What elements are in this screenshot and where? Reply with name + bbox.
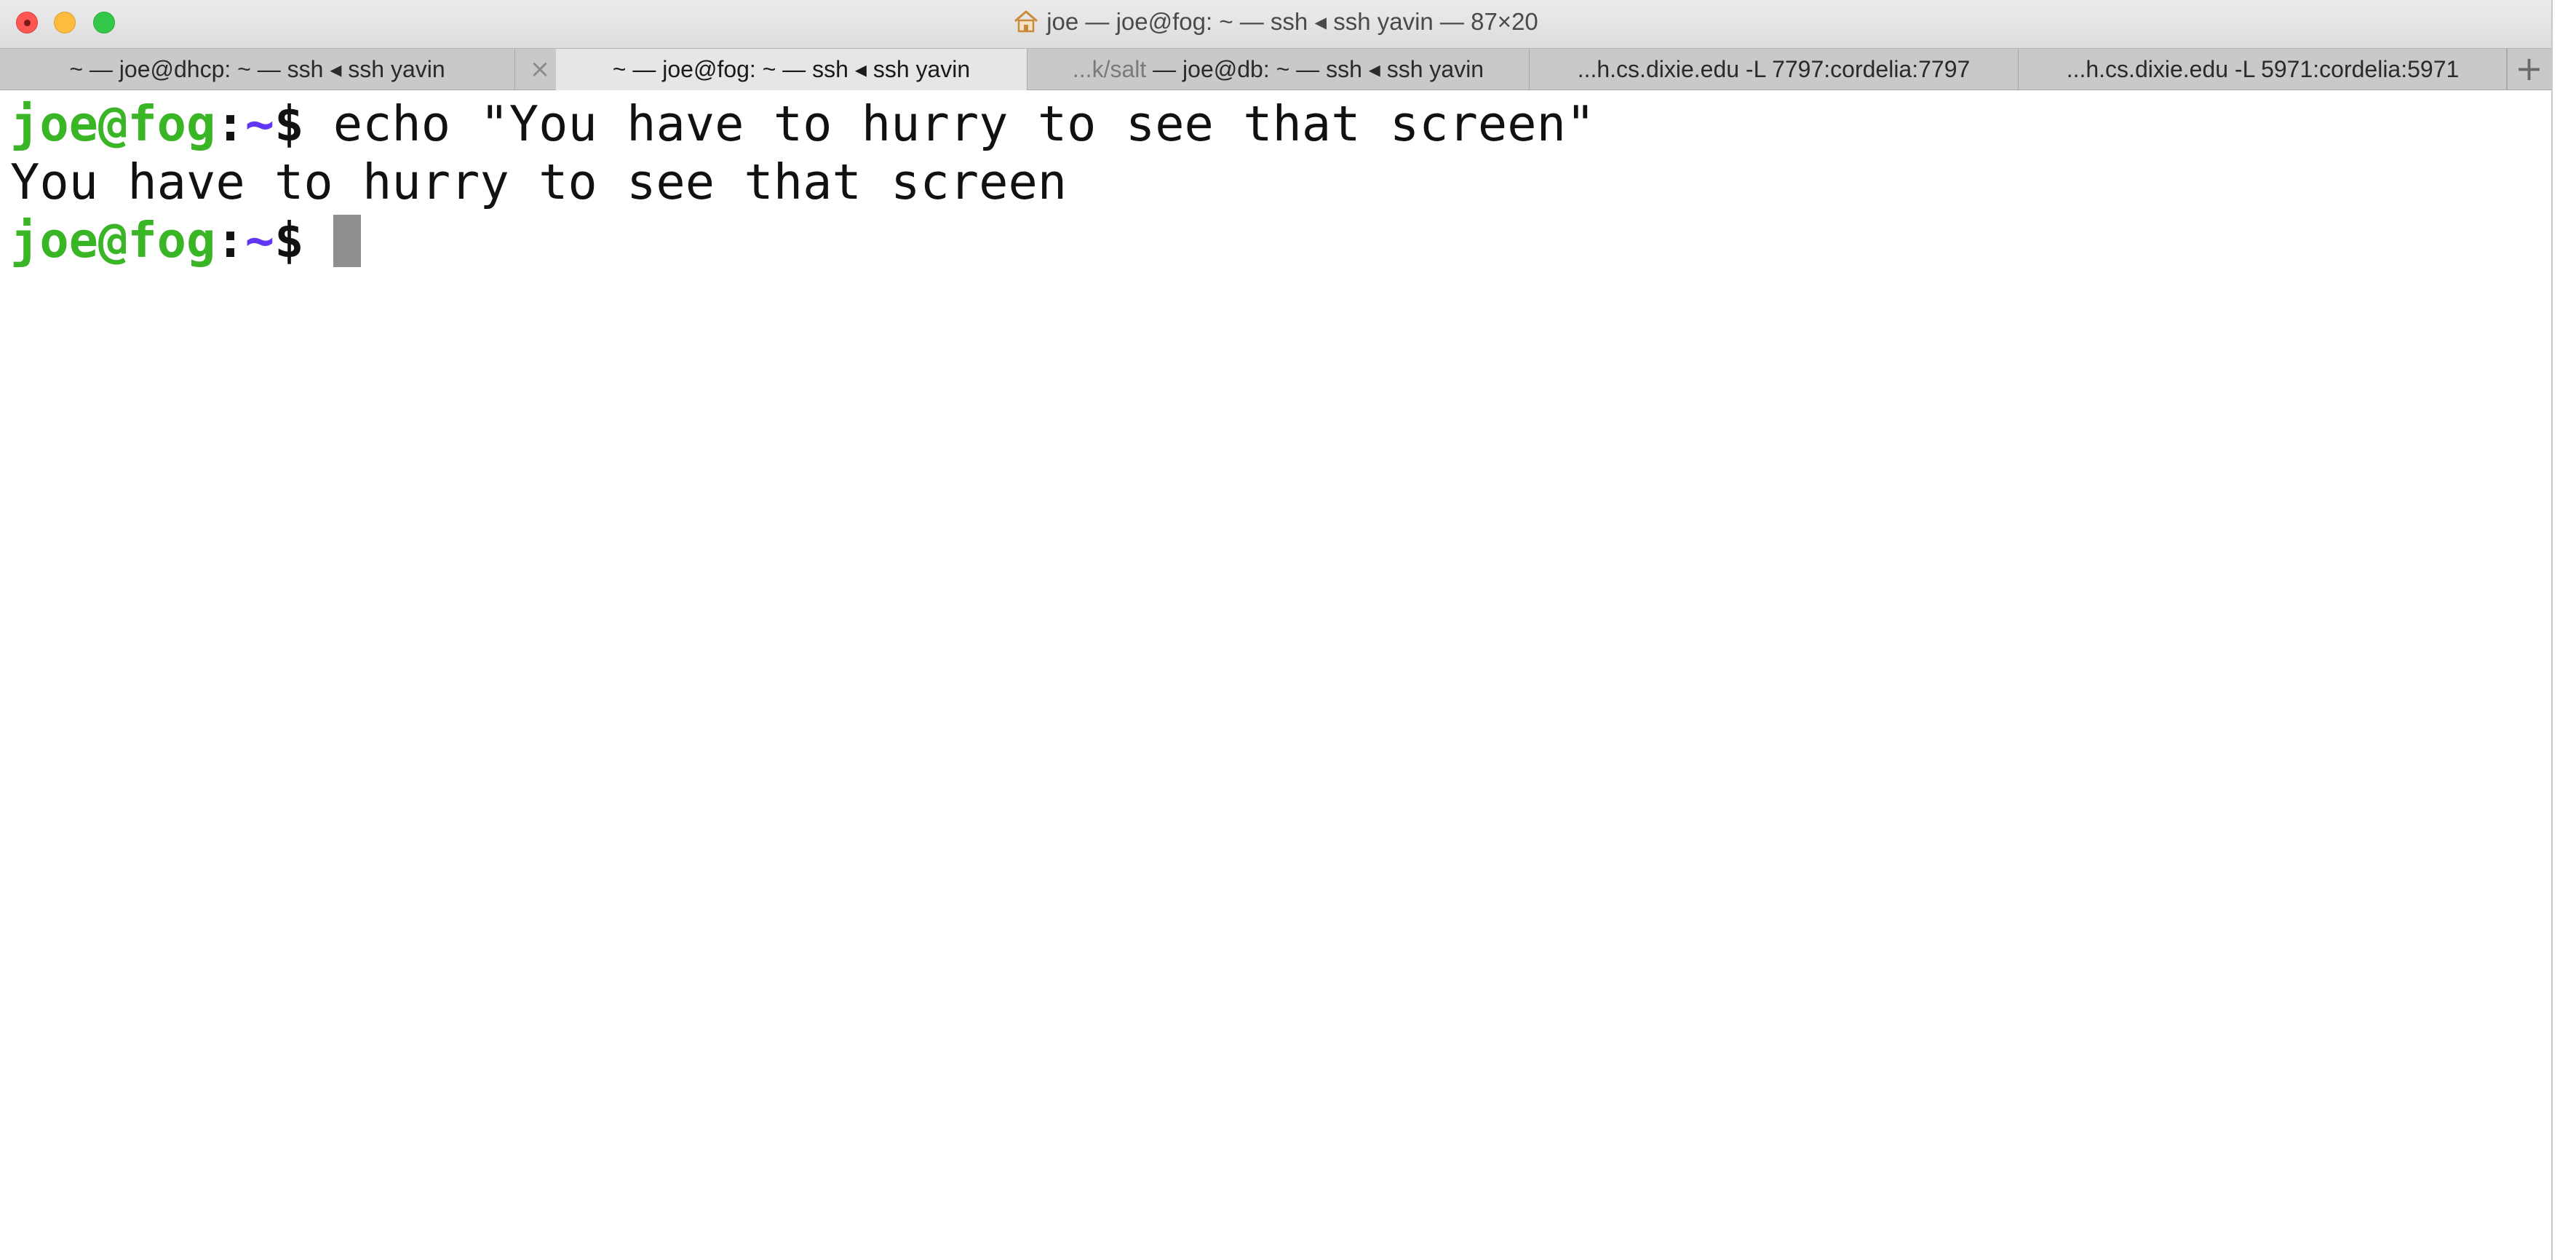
terminal-output-area[interactable]: joe@fog:~$ echo "You have to hurry to se… (0, 90, 2551, 1260)
tab-tunnel-5971[interactable]: ...h.cs.dixie.edu -L 5971:cordelia:5971 (2019, 49, 2508, 90)
tab-joe-fog[interactable]: ~ — joe@fog: ~ — ssh ◂ ssh yavin (556, 49, 1027, 90)
new-tab-plus-icon[interactable]: + (2506, 49, 2551, 90)
prompt-colon: : (215, 212, 245, 269)
text-cursor (333, 215, 361, 267)
terminal-window: joe — joe@fog: ~ — ssh ◂ ssh yavin — 87×… (0, 0, 2553, 1260)
tab-label: ...h.cs.dixie.edu -L 7797:cordelia:7797 (1577, 56, 1971, 82)
title-bar[interactable]: joe — joe@fog: ~ — ssh ◂ ssh yavin — 87×… (0, 0, 2551, 48)
home-icon (1014, 10, 1038, 33)
window-title-text: joe — joe@fog: ~ — ssh ◂ ssh yavin — 87×… (1046, 8, 1538, 35)
prompt-colon: : (215, 95, 245, 152)
tab-close-icon[interactable]: × (524, 49, 556, 90)
prompt-dollar: $ (274, 212, 304, 269)
tab-label: ~ — joe@dhcp: ~ — ssh ◂ ssh yavin (69, 56, 445, 82)
tab-tunnel-7797[interactable]: ...h.cs.dixie.edu -L 7797:cordelia:7797 (1530, 49, 2019, 90)
prompt-user-host: joe@fog (10, 95, 216, 152)
window-title: joe — joe@fog: ~ — ssh ◂ ssh yavin — 87×… (0, 7, 2551, 36)
tab-joe-db[interactable]: ...k/salt — joe@db: ~ — ssh ◂ ssh yavin (1027, 49, 1530, 90)
tab-label: ...h.cs.dixie.edu -L 5971:cordelia:5971 (2066, 56, 2460, 82)
prompt-path: ~ (245, 95, 275, 152)
prompt-path: ~ (245, 212, 275, 269)
tab-bar: ~ — joe@dhcp: ~ — ssh ◂ ssh yavin × ~ — … (0, 48, 2551, 90)
prompt-dollar: $ (274, 95, 304, 152)
tab-label: ~ — joe@fog: ~ — ssh ◂ ssh yavin (612, 56, 971, 82)
active-prompt-line[interactable]: joe@fog:~$ (10, 211, 2551, 269)
tab-label: — joe@db: ~ — ssh ◂ ssh yavin (1146, 56, 1484, 82)
tab-label-path: ...k/salt (1072, 56, 1147, 82)
prompt-user-host: joe@fog (10, 212, 216, 269)
command-text: echo "You have to hurry to see that scre… (333, 95, 1596, 152)
output-line: You have to hurry to see that screen (10, 154, 1068, 210)
tab-joe-dhcp[interactable]: ~ — joe@dhcp: ~ — ssh ◂ ssh yavin (0, 49, 515, 90)
command-line: joe@fog:~$ echo "You have to hurry to se… (10, 95, 2551, 153)
